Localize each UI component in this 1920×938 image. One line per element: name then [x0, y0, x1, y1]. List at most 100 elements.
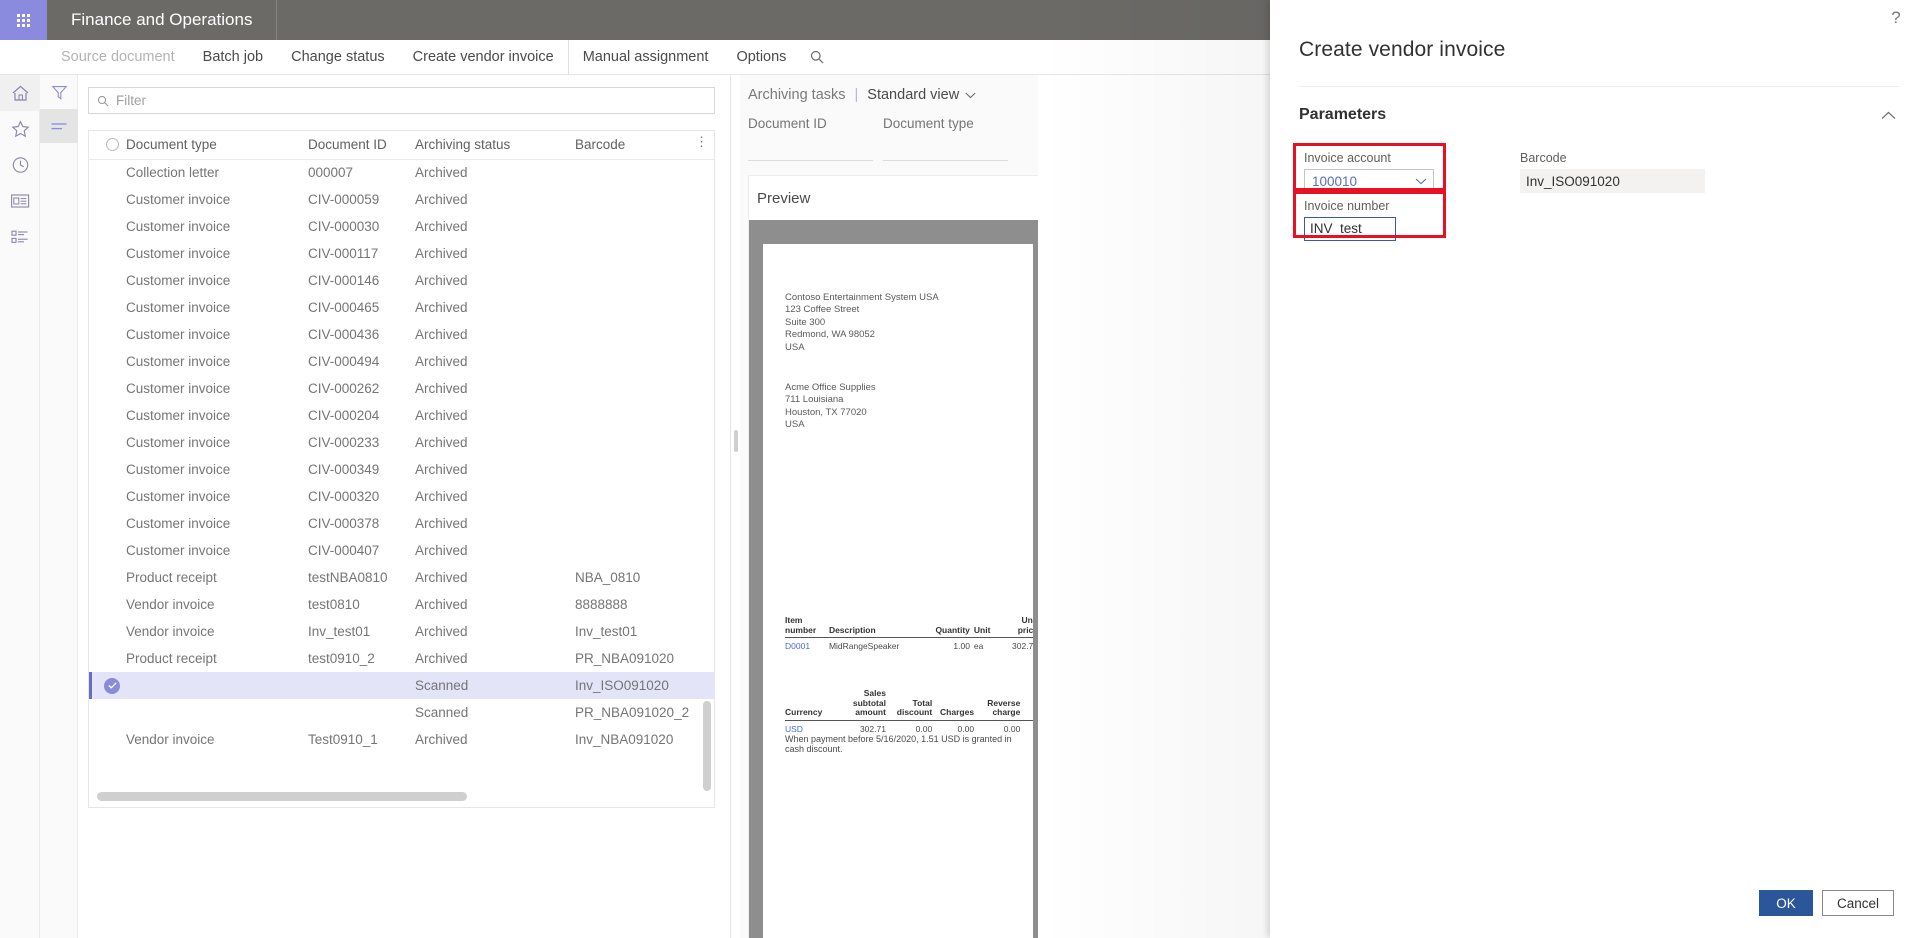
cell-barcode[interactable]: Inv_ISO091020 — [575, 672, 714, 699]
cell-document-type[interactable]: Vendor invoice — [126, 591, 308, 618]
cell-barcode[interactable]: PR_NBA091020 — [575, 645, 714, 672]
table-row[interactable]: Customer invoice CIV-000117 Archived — [89, 240, 714, 267]
cell-archiving-status[interactable]: Archived — [415, 159, 575, 186]
column-header-document-type[interactable]: Document type — [126, 131, 308, 160]
cell-document-id[interactable]: CIV-000494 — [308, 348, 415, 375]
cell-document-id[interactable]: CIV-000378 — [308, 510, 415, 537]
cell-barcode[interactable] — [575, 483, 714, 510]
tab-archiving-tasks[interactable]: Archiving tasks — [748, 87, 846, 103]
cell-barcode[interactable] — [575, 348, 714, 375]
table-row[interactable]: Scanned Inv_ISO091020 — [89, 672, 714, 699]
table-row[interactable]: Customer invoice CIV-000059 Archived — [89, 186, 714, 213]
table-row[interactable]: Scanned PR_NBA091020_2 — [89, 699, 714, 726]
cell-document-type[interactable]: Customer invoice — [126, 510, 308, 537]
table-row[interactable]: Customer invoice CIV-000204 Archived — [89, 402, 714, 429]
cell-document-type[interactable]: Vendor invoice — [126, 618, 308, 645]
cell-document-type[interactable]: Customer invoice — [126, 429, 308, 456]
cell-barcode[interactable] — [575, 402, 714, 429]
cell-document-id[interactable]: CIV-000262 — [308, 375, 415, 402]
cell-archiving-status[interactable]: Archived — [415, 402, 575, 429]
row-select-circle-icon[interactable] — [89, 348, 126, 375]
cell-document-id[interactable]: CIV-000436 — [308, 321, 415, 348]
waffle-grid-icon[interactable] — [0, 0, 47, 40]
chevron-down-icon[interactable] — [1415, 178, 1427, 185]
cell-document-type[interactable]: Customer invoice — [126, 186, 308, 213]
table-row[interactable]: Customer invoice CIV-000378 Archived — [89, 510, 714, 537]
cell-document-type[interactable]: Customer invoice — [126, 402, 308, 429]
cell-document-id[interactable] — [308, 672, 415, 699]
cell-document-type[interactable]: Customer invoice — [126, 294, 308, 321]
cell-document-type[interactable]: Customer invoice — [126, 348, 308, 375]
column-header-archiving-status[interactable]: Archiving status — [415, 131, 575, 160]
table-row[interactable]: Customer invoice CIV-000030 Archived — [89, 213, 714, 240]
cell-barcode[interactable]: 8888888 — [575, 591, 714, 618]
cell-archiving-status[interactable]: Archived — [415, 240, 575, 267]
row-select-circle-icon[interactable] — [89, 159, 126, 186]
cell-document-id[interactable]: CIV-000059 — [308, 186, 415, 213]
sidebar-item-home[interactable] — [0, 75, 40, 111]
cell-document-id[interactable]: CIV-000407 — [308, 537, 415, 564]
cell-document-type[interactable]: Customer invoice — [126, 375, 308, 402]
cell-archiving-status[interactable]: Archived — [415, 186, 575, 213]
cell-document-id[interactable]: testNBA0810 — [308, 564, 415, 591]
cell-document-id[interactable]: test0810 — [308, 591, 415, 618]
menu-item-options[interactable]: Options — [722, 40, 800, 75]
cell-archiving-status[interactable]: Archived — [415, 483, 575, 510]
cell-archiving-status[interactable]: Archived — [415, 348, 575, 375]
table-row[interactable]: Collection letter 000007 Archived — [89, 159, 714, 186]
row-select-circle-icon[interactable] — [89, 186, 126, 213]
list-lines-icon[interactable] — [40, 109, 78, 143]
cancel-button[interactable]: Cancel — [1821, 890, 1894, 916]
row-select-circle-icon[interactable] — [89, 213, 126, 240]
cell-archiving-status[interactable]: Scanned — [415, 672, 575, 699]
row-select-circle-icon[interactable] — [89, 240, 126, 267]
cell-document-type[interactable]: Customer invoice — [126, 321, 308, 348]
grid-horizontal-scrollbar[interactable] — [97, 792, 707, 801]
cell-document-id[interactable]: Inv_test01 — [308, 618, 415, 645]
panel-splitter[interactable] — [730, 75, 740, 938]
cell-document-type[interactable] — [126, 672, 308, 699]
cell-archiving-status[interactable]: Archived — [415, 537, 575, 564]
cell-document-id[interactable]: CIV-000204 — [308, 402, 415, 429]
cell-document-id[interactable]: CIV-000030 — [308, 213, 415, 240]
cell-barcode[interactable] — [575, 294, 714, 321]
row-select-circle-icon[interactable] — [89, 537, 126, 564]
column-header-barcode[interactable]: Barcode ⋮ — [575, 131, 714, 160]
cell-document-id[interactable]: 000007 — [308, 159, 415, 186]
cell-document-type[interactable]: Product receipt — [126, 645, 308, 672]
cell-barcode[interactable] — [575, 510, 714, 537]
row-select-circle-icon[interactable] — [89, 726, 126, 753]
question-mark-icon[interactable]: ? — [1886, 8, 1906, 28]
cell-barcode[interactable]: Inv_NBA091020 — [575, 726, 714, 753]
cell-archiving-status[interactable]: Archived — [415, 510, 575, 537]
cell-document-type[interactable]: Customer invoice — [126, 267, 308, 294]
cell-barcode[interactable] — [575, 159, 714, 186]
cell-barcode[interactable]: NBA_0810 — [575, 564, 714, 591]
row-select-circle-icon[interactable] — [89, 618, 126, 645]
table-row[interactable]: Customer invoice CIV-000349 Archived — [89, 456, 714, 483]
cell-barcode[interactable]: PR_NBA091020_2 — [575, 699, 714, 726]
sidebar-item-recent[interactable] — [0, 147, 40, 183]
cell-archiving-status[interactable]: Archived — [415, 267, 575, 294]
cell-barcode[interactable] — [575, 429, 714, 456]
table-row[interactable]: Customer invoice CIV-000262 Archived — [89, 375, 714, 402]
field-document-type-value[interactable] — [883, 137, 1008, 161]
menu-item-batch-job[interactable]: Batch job — [189, 40, 277, 75]
cell-archiving-status[interactable]: Scanned — [415, 699, 575, 726]
cell-document-type[interactable]: Customer invoice — [126, 456, 308, 483]
row-select-circle-icon[interactable] — [89, 402, 126, 429]
grid-vertical-scrollbar[interactable] — [703, 701, 711, 791]
row-select-circle-icon[interactable] — [89, 456, 126, 483]
table-row[interactable]: Customer invoice CIV-000494 Archived — [89, 348, 714, 375]
cell-archiving-status[interactable]: Archived — [415, 375, 575, 402]
row-select-circle-icon[interactable] — [89, 267, 126, 294]
vertical-ellipsis-icon[interactable]: ⋮ — [695, 135, 708, 148]
ok-button[interactable]: OK — [1758, 890, 1813, 916]
cell-document-type[interactable]: Vendor invoice — [126, 726, 308, 753]
cell-document-id[interactable] — [308, 699, 415, 726]
cell-barcode[interactable] — [575, 213, 714, 240]
row-select-circle-icon[interactable] — [89, 699, 126, 726]
row-select-circle-icon[interactable] — [89, 321, 126, 348]
table-row[interactable]: Customer invoice CIV-000233 Archived — [89, 429, 714, 456]
table-row[interactable]: Vendor invoice Inv_test01 Archived Inv_test… — [89, 618, 714, 645]
